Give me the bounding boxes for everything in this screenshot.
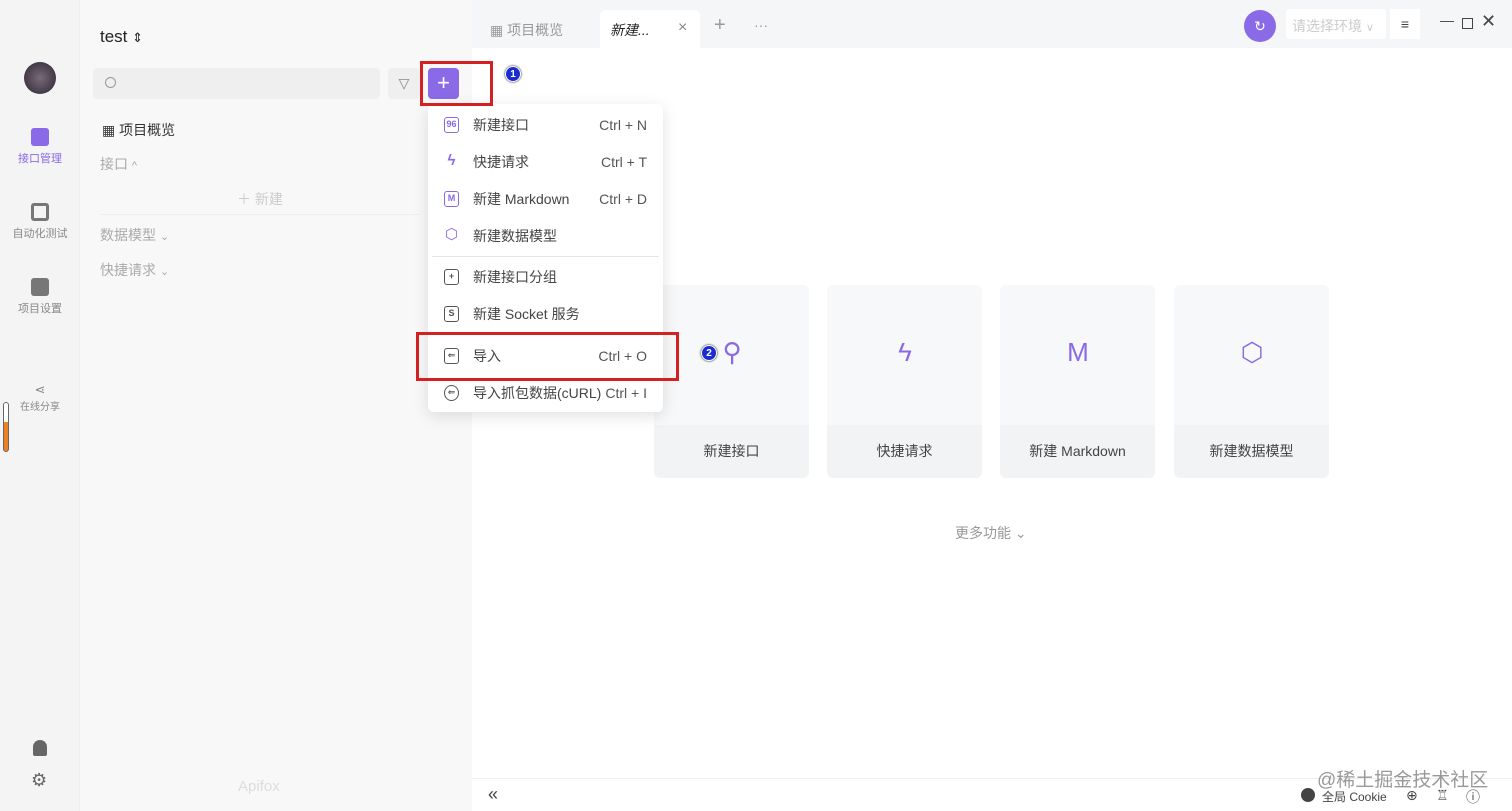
- minimize-button[interactable]: —: [1440, 12, 1454, 28]
- cube-icon: ⬡: [444, 226, 459, 243]
- api-icon: [31, 128, 49, 146]
- help-icon[interactable]: ⓘ: [1466, 787, 1480, 807]
- api-icon: ⚲: [722, 337, 742, 367]
- bell-icon[interactable]: [33, 740, 47, 756]
- more-tabs-icon[interactable]: ···: [754, 17, 768, 33]
- lightning-icon: ϟ: [447, 152, 456, 169]
- step-badge-2: 2: [701, 345, 717, 361]
- rail-item-automation[interactable]: 自动化测试: [0, 203, 80, 241]
- scroll-handle[interactable]: [3, 402, 9, 452]
- environment-select[interactable]: 请选择环境 ∨: [1286, 9, 1386, 39]
- cube-icon: ⬡: [1240, 337, 1264, 367]
- menu-item-quick-request[interactable]: ϟ 快捷请求 Ctrl + T: [428, 145, 663, 179]
- highlight-import: [416, 332, 679, 381]
- card-new-api[interactable]: ⚲ 新建接口: [654, 285, 809, 478]
- rail-item-api[interactable]: 接口管理: [0, 128, 80, 166]
- tab-bar: ▦ 项目概览 新建... × + ··· ↻ 请选择环境 ∨ ≡ — ✕: [472, 0, 1512, 48]
- menu-item-new-group[interactable]: + 新建接口分组: [428, 260, 663, 294]
- search-icon: [105, 77, 116, 88]
- chevron-updown-icon: ⇕: [132, 30, 144, 45]
- tab-overview[interactable]: ▦ 项目概览: [490, 20, 563, 40]
- menu-item-new-markdown[interactable]: M 新建 Markdown Ctrl + D: [428, 182, 663, 216]
- lightning-icon: ϟ: [898, 337, 912, 367]
- filter-icon: ▽: [398, 75, 410, 91]
- share-icon: ⋖: [34, 382, 46, 397]
- sync-button[interactable]: ↻: [1244, 10, 1276, 42]
- maximize-button[interactable]: [1462, 18, 1473, 29]
- menu-item-new-data-model[interactable]: ⬡ 新建数据模型: [428, 219, 663, 253]
- new-api-button[interactable]: ＋ 新建: [100, 183, 420, 215]
- step-badge-1: 1: [505, 66, 521, 82]
- grid-icon: ▦: [490, 22, 504, 38]
- section-api[interactable]: 接口 ^: [100, 154, 137, 174]
- project-switcher[interactable]: test ⇕: [100, 27, 143, 47]
- search-input[interactable]: [93, 68, 380, 99]
- close-icon[interactable]: ×: [678, 19, 687, 37]
- rail-item-share[interactable]: ⋖ 在线分享: [0, 382, 80, 413]
- section-data-model[interactable]: 数据模型 ⌄: [100, 225, 169, 245]
- cookie-icon: [1301, 788, 1315, 802]
- import-curl-icon: ⇐: [444, 385, 459, 401]
- menu-button[interactable]: ≡: [1390, 9, 1420, 39]
- theme-icon[interactable]: ♖: [1436, 787, 1449, 804]
- menu-item-new-api[interactable]: 96 新建接口 Ctrl + N: [428, 108, 663, 142]
- add-tab-button[interactable]: +: [714, 14, 726, 37]
- api-icon: 96: [444, 117, 459, 133]
- tab-new[interactable]: 新建... ×: [600, 10, 700, 48]
- avatar[interactable]: [24, 62, 56, 94]
- collapse-sidebar-button[interactable]: «: [488, 784, 498, 805]
- more-features-button[interactable]: 更多功能 ⌄: [955, 523, 1027, 543]
- markdown-icon: M: [444, 191, 459, 207]
- grid-icon: ▦: [102, 122, 116, 138]
- gear-icon[interactable]: ⚙: [31, 770, 47, 791]
- upload-icon[interactable]: ⊕: [1406, 787, 1418, 804]
- section-quick-request[interactable]: 快捷请求 ⌄: [100, 260, 169, 280]
- settings-icon: [31, 278, 49, 296]
- card-new-markdown[interactable]: M 新建 Markdown: [1000, 285, 1155, 478]
- filter-button[interactable]: ▽: [388, 68, 420, 99]
- menu-divider: [432, 256, 659, 257]
- footer-bar: « @稀土掘金技术社区 全局 Cookie ⊕ ♖ ⓘ: [472, 770, 1512, 811]
- apifox-logo: Apifox: [238, 778, 280, 795]
- nav-rail: 接口管理 自动化测试 项目设置 ⋖ 在线分享 ⚙: [0, 0, 80, 811]
- highlight-add-button: [420, 61, 493, 106]
- close-window-button[interactable]: ✕: [1481, 11, 1496, 32]
- global-cookie-button[interactable]: 全局 Cookie: [1322, 788, 1387, 805]
- rail-item-settings[interactable]: 项目设置: [0, 278, 80, 316]
- menu-item-import-curl[interactable]: ⇐ 导入抓包数据(cURL) Ctrl + I: [428, 376, 663, 410]
- markdown-icon: M: [1067, 337, 1089, 367]
- automation-icon: [31, 203, 49, 221]
- chevron-down-icon: ∨: [1365, 22, 1374, 34]
- sync-icon: ↻: [1254, 18, 1266, 34]
- overview-link[interactable]: ▦ 项目概览: [102, 120, 175, 140]
- menu-item-new-socket[interactable]: S 新建 Socket 服务: [428, 297, 663, 331]
- card-new-data-model[interactable]: ⬡ 新建数据模型: [1174, 285, 1329, 478]
- card-quick-request[interactable]: ϟ 快捷请求: [827, 285, 982, 478]
- socket-icon: S: [444, 306, 459, 322]
- folder-plus-icon: +: [444, 269, 459, 285]
- sidebar: test ⇕ ▽ ▦ 项目概览 接口 ^ ＋ 新建 数据模型 ⌄ 快捷请求 ⌄ …: [80, 0, 472, 811]
